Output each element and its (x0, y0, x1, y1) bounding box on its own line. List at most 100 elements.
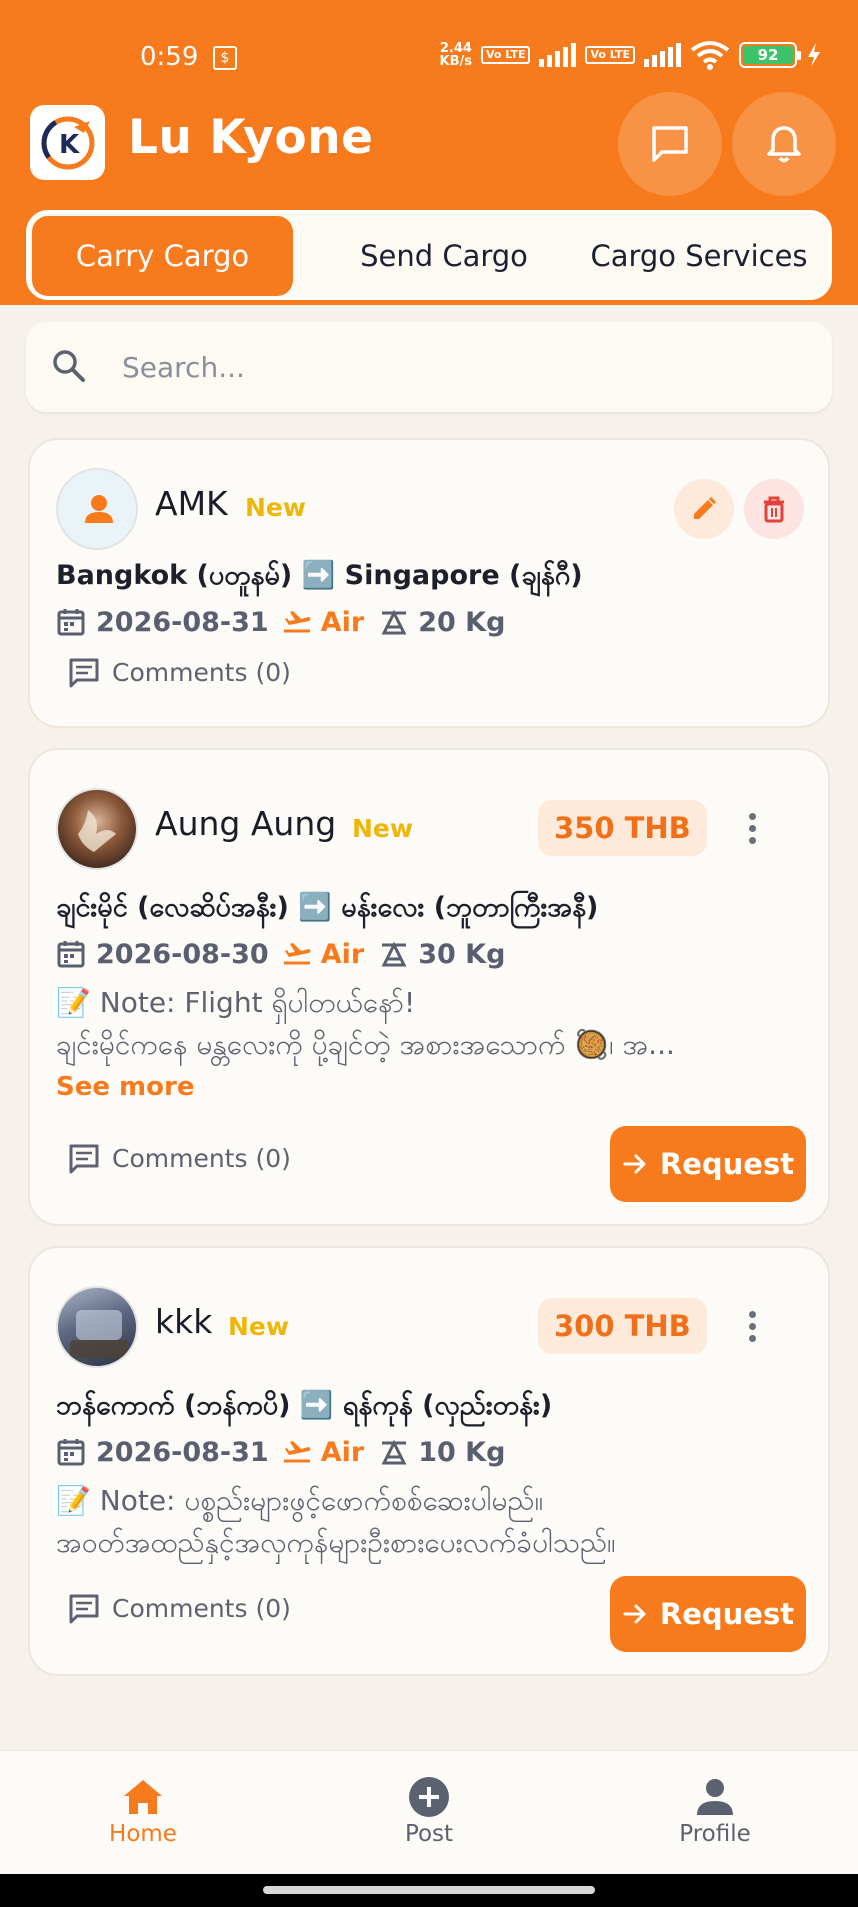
comments-label: Comments (0) (112, 1593, 291, 1623)
battery-level: 92 (743, 46, 793, 64)
cargo-tabs: Carry Cargo Send Cargo Cargo Services (26, 210, 832, 300)
request-button[interactable]: Request (610, 1126, 806, 1202)
trip-mode: Air (320, 1436, 365, 1468)
new-badge: New (228, 1312, 289, 1341)
arrow-right-icon (623, 1154, 646, 1174)
new-badge: New (245, 493, 306, 522)
person-icon (635, 1773, 795, 1821)
post-card[interactable]: Aung Aung New 350 THB ချင်းမိုင် (လေဆိပ်… (28, 748, 830, 1226)
nav-post[interactable]: Post (349, 1773, 509, 1847)
status-time: 0:59 (140, 42, 199, 72)
avatar (56, 468, 138, 550)
trip-meta: 2026-08-31 Air 20 Kg (56, 602, 505, 642)
trip-weight: 10 Kg (418, 1436, 506, 1468)
nav-home-label: Home (109, 1821, 177, 1847)
avatar (56, 788, 138, 870)
calendar-icon (57, 1439, 85, 1466)
app-header: 0:59 $ 2.44 KB/s Vo LTE Vo LTE 92 K Lu K… (0, 0, 858, 305)
airplane-icon (283, 611, 311, 633)
post-card[interactable]: AMK New Bangkok (ပတူနမ်) ➡️ Singapore (ခ… (28, 438, 830, 728)
comments-link[interactable]: Comments (0) (68, 656, 291, 688)
note-line: အဝတ်အထည်နှင့်အလှကုန်များဦးစားပေးလက်ခံပါသ… (56, 1526, 616, 1559)
trip-weight: 20 Kg (418, 606, 506, 638)
search-icon (53, 350, 85, 382)
search-bar (26, 322, 832, 412)
network-speed-unit: KB/s (439, 54, 472, 69)
comments-label: Comments (0) (112, 657, 291, 687)
trip-note: 📝 Note: Flight ရှိပါတယ်နော်! ချင်းမိုင်က… (56, 982, 816, 1066)
post-username: Aung Aung (155, 804, 337, 843)
pencil-icon (694, 496, 717, 519)
gesture-handle[interactable] (263, 1886, 595, 1894)
tab-carry-cargo[interactable]: Carry Cargo (32, 216, 293, 296)
post-username: kkk (155, 1302, 213, 1341)
search-input[interactable] (122, 340, 802, 394)
comments-link[interactable]: Comments (0) (68, 1592, 291, 1624)
system-navigation-area (0, 1874, 858, 1907)
route-text: ဘန်ကောက် (ဘန်ကပိ) ➡️ ရန်ကုန် (လှည်းတန်း) (56, 1390, 553, 1421)
network-speed: 2.44 KB/s (440, 42, 472, 68)
bottom-navigation: Home Post Profile (0, 1750, 858, 1874)
trip-mode: Air (320, 938, 365, 970)
app-logo: K (30, 105, 105, 180)
status-bar: 0:59 $ 2.44 KB/s Vo LTE Vo LTE 92 (0, 30, 858, 82)
more-options-icon[interactable] (737, 803, 767, 853)
request-label: Request (659, 1147, 795, 1181)
post-card[interactable]: kkk New 300 THB ဘန်ကောက် (ဘန်ကပိ) ➡️ ရန်… (28, 1246, 830, 1676)
route-text: Bangkok (ပတူနမ်) ➡️ Singapore (ချန်ဂီ) (56, 560, 583, 591)
chat-icon (652, 126, 688, 162)
more-options-icon[interactable] (737, 1301, 767, 1351)
request-label: Request (659, 1597, 795, 1631)
note-line: 📝 Note: ပစ္စည်းများဖွင့်ဖောက်စစ်ဆေးပါမည်… (56, 1484, 544, 1517)
svg-text:K: K (59, 130, 80, 160)
trip-date: 2026-08-30 (96, 938, 269, 970)
tab-send-cargo[interactable]: Send Cargo (319, 216, 569, 296)
battery-icon: 92 (739, 42, 801, 68)
calendar-icon (57, 609, 85, 636)
trip-weight: 30 Kg (418, 938, 506, 970)
signal-icon (539, 43, 577, 67)
avatar-image (78, 810, 116, 852)
calendar-icon (57, 941, 85, 968)
trip-mode: Air (320, 606, 365, 638)
see-more-link[interactable]: See more (56, 1072, 194, 1102)
tab-cargo-services[interactable]: Cargo Services (569, 216, 829, 296)
request-button[interactable]: Request (610, 1576, 806, 1652)
weight-icon (381, 1439, 407, 1465)
new-badge: New (352, 814, 413, 843)
wifi-icon (690, 41, 730, 70)
comments-label: Comments (0) (112, 1143, 291, 1173)
comment-icon (69, 1594, 99, 1624)
trip-note: 📝 Note: ပစ္စည်းများဖွင့်ဖောက်စစ်ဆေးပါမည်… (56, 1480, 816, 1564)
notification-app-icon: $ (213, 46, 237, 70)
trip-date: 2026-08-31 (96, 1436, 269, 1468)
edit-button[interactable] (674, 479, 734, 539)
nav-post-label: Post (404, 1821, 454, 1847)
nav-profile[interactable]: Profile (635, 1773, 795, 1847)
nav-home[interactable]: Home (63, 1773, 223, 1847)
volte-badge-2: Vo LTE (585, 46, 635, 64)
app-title: Lu Kyone (128, 110, 374, 165)
bell-icon (767, 126, 801, 163)
delete-button[interactable] (744, 479, 804, 539)
messages-button[interactable] (618, 92, 722, 196)
comments-link[interactable]: Comments (0) (68, 1142, 291, 1174)
comment-icon (69, 1144, 99, 1174)
plus-circle-icon (349, 1773, 509, 1821)
airplane-icon (283, 943, 311, 965)
comment-icon (69, 658, 99, 688)
weight-icon (381, 609, 407, 635)
person-icon (85, 495, 113, 523)
notifications-button[interactable] (732, 92, 836, 196)
price-badge: 350 THB (538, 800, 707, 856)
route-text: ချင်းမိုင် (လေဆိပ်အနီး) ➡️ မန်းလေး (ဘူတာ… (56, 892, 599, 923)
logo-icon: K (41, 116, 94, 169)
volte-badge-1: Vo LTE (480, 46, 531, 64)
arrow-right-icon (623, 1604, 646, 1624)
trash-icon (764, 496, 784, 523)
home-icon (63, 1773, 223, 1821)
charging-icon (808, 43, 820, 67)
weight-icon (381, 941, 407, 967)
status-indicators: 2.44 KB/s Vo LTE Vo LTE 92 (440, 40, 823, 70)
avatar (56, 1286, 138, 1368)
